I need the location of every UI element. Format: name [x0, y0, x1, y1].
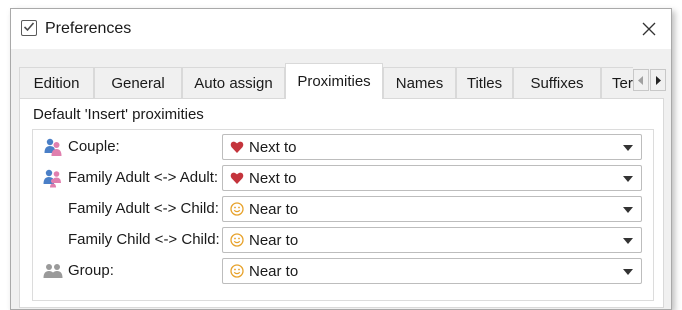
tab-titles[interactable]: Titles — [456, 67, 513, 98]
row-label: Family Adult <-> Child: — [68, 200, 219, 217]
heart-icon — [230, 141, 244, 153]
chevron-down-icon — [623, 269, 633, 275]
tab-edition[interactable]: Edition — [19, 67, 94, 98]
chevron-down-icon — [623, 145, 633, 151]
row-couple: Couple: Next to — [33, 132, 653, 163]
row-family-adult-child: Family Adult <-> Child: Near to — [33, 194, 653, 225]
close-button[interactable] — [627, 9, 671, 49]
window-title: Preferences — [45, 20, 132, 37]
family-icon — [43, 169, 61, 188]
tab-auto-assign[interactable]: Auto assign — [182, 67, 285, 98]
family-adult-adult-select[interactable]: Next to — [222, 165, 642, 191]
smiley-icon — [230, 202, 244, 216]
preferences-window: Preferences Edition General Auto assign … — [10, 8, 672, 310]
couple-proximity-select[interactable]: Next to — [222, 134, 642, 160]
checkbox-app-icon — [21, 20, 37, 36]
row-group: Group: Near to — [33, 256, 653, 287]
heart-icon — [230, 172, 244, 184]
select-value: Next to — [249, 139, 297, 156]
row-family-adult-adult: Family Adult <-> Adult: Next to — [33, 163, 653, 194]
chevron-down-icon — [623, 238, 633, 244]
close-icon — [642, 22, 656, 36]
group-proximity-select[interactable]: Near to — [222, 258, 642, 284]
select-value: Near to — [249, 232, 299, 249]
row-label: Family Adult <-> Adult: — [68, 169, 219, 186]
title-bar: Preferences — [11, 9, 671, 49]
row-label: Family Child <-> Child: — [68, 231, 220, 248]
smiley-icon — [230, 264, 244, 278]
section-label: Default 'Insert' proximities — [33, 106, 204, 123]
select-value: Near to — [249, 201, 299, 218]
select-value: Next to — [249, 170, 297, 187]
tab-scroll-left-button[interactable] — [633, 69, 649, 91]
proximities-group: Couple: Next to Family Adult <-> Adult: … — [32, 129, 654, 301]
chevron-down-icon — [623, 176, 633, 182]
tab-scroll-right-button[interactable] — [650, 69, 666, 91]
select-value: Near to — [249, 263, 299, 280]
tab-strip: Edition General Auto assign Proximities … — [19, 57, 633, 99]
chevron-down-icon — [623, 207, 633, 213]
tab-names[interactable]: Names — [383, 67, 456, 98]
tab-suffixes[interactable]: Suffixes — [513, 67, 601, 98]
group-icon — [43, 264, 63, 278]
row-label: Group: — [68, 262, 114, 279]
chevron-right-icon — [656, 75, 661, 85]
tab-general[interactable]: General — [94, 67, 182, 98]
family-child-child-select[interactable]: Near to — [222, 227, 642, 253]
row-family-child-child: Family Child <-> Child: Near to — [33, 225, 653, 256]
tab-scroll-buttons — [633, 69, 667, 91]
proximities-panel: Default 'Insert' proximities Couple: Nex… — [19, 98, 664, 308]
dialog-body: Edition General Auto assign Proximities … — [11, 49, 671, 309]
chevron-left-icon — [638, 75, 643, 85]
row-label: Couple: — [68, 138, 120, 155]
couple-icon — [44, 138, 62, 156]
smiley-icon — [230, 233, 244, 247]
tab-proximities[interactable]: Proximities — [285, 63, 383, 99]
family-adult-child-select[interactable]: Near to — [222, 196, 642, 222]
tab-term[interactable]: Term — [601, 67, 633, 98]
